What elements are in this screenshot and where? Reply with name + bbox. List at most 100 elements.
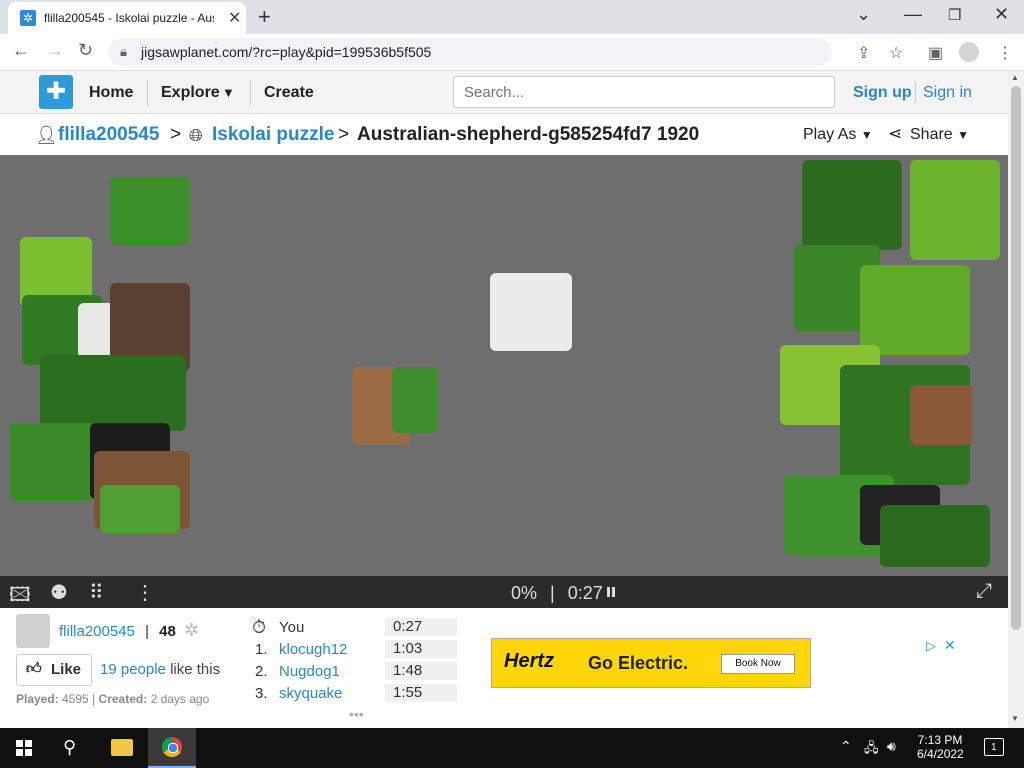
- created-value: 2 days ago: [150, 692, 210, 706]
- windows-start-icon[interactable]: [16, 740, 32, 756]
- share-menu[interactable]: Share ▼: [910, 126, 969, 144]
- scatter-pieces-icon[interactable]: ⠿: [89, 580, 104, 605]
- nav-explore[interactable]: Explore: [161, 84, 220, 102]
- progress-divider: |: [550, 583, 555, 603]
- bookmark-star-icon[interactable]: ☆: [889, 43, 903, 63]
- leaderboard-name-link[interactable]: Nugdog1: [279, 663, 340, 680]
- leaderboard-name-link[interactable]: skyquake: [279, 685, 342, 702]
- leaderboard-time: 1:48: [385, 662, 457, 680]
- created-label: Created:: [98, 692, 148, 706]
- url-text[interactable]: jigsawplanet.com/?rc=play&pid=199536b5f5…: [141, 44, 431, 60]
- share-label: Share: [910, 126, 953, 143]
- close-tab-icon[interactable]: ✕: [228, 8, 241, 28]
- advertisement-banner[interactable]: Hertz Go Electric. Book Now: [491, 638, 811, 688]
- ad-close-icon[interactable]: ✕: [944, 637, 956, 654]
- ghost-image-icon[interactable]: ⚉: [50, 580, 68, 605]
- nav-divider: [250, 80, 251, 106]
- jigsaw-logo-icon[interactable]: ✚: [39, 75, 73, 109]
- breadcrumb-separator: >: [170, 124, 182, 145]
- info-separator: |: [145, 623, 149, 640]
- puzzle-piece[interactable]: [110, 177, 190, 245]
- nav-divider: [147, 80, 148, 106]
- side-panel-icon[interactable]: ▣: [928, 43, 943, 63]
- puzzle-progress: 0% | 0:27: [511, 583, 603, 604]
- browser-tab[interactable]: ✲ flilla200545 - Iskolai puzzle - Aus ✕: [8, 2, 246, 34]
- fullscreen-icon[interactable]: ⤢: [976, 580, 992, 603]
- search-input[interactable]: [453, 76, 835, 108]
- like-label: Like: [51, 661, 82, 678]
- restore-icon[interactable]: ❐: [948, 6, 961, 24]
- back-icon[interactable]: ←: [12, 40, 30, 61]
- share-page-icon[interactable]: ⇪: [857, 43, 870, 63]
- ad-brand: Hertz: [504, 650, 555, 672]
- scroll-up-icon[interactable]: ▲: [1011, 73, 1019, 82]
- ad-book-now-button[interactable]: Book Now: [721, 654, 795, 674]
- more-options-icon[interactable]: ⋮: [135, 580, 155, 605]
- page-title: Australian-shepherd-g585254fd7 1920: [357, 124, 700, 145]
- nav-home[interactable]: Home: [89, 84, 133, 102]
- play-as-label: Play As: [803, 126, 857, 143]
- caret-down-icon: ▼: [957, 128, 970, 142]
- puzzle-piece[interactable]: [910, 160, 1000, 260]
- like-button[interactable]: 👍︎ Like: [16, 654, 92, 686]
- clock-time: 7:13 PM: [917, 733, 963, 747]
- puzzle-piece[interactable]: [880, 505, 990, 567]
- creator-link[interactable]: flilla200545 | 48: [59, 623, 176, 640]
- thumbs-up-icon: 👍︎: [26, 660, 42, 677]
- leaderboard-rank: 1.: [255, 641, 268, 658]
- file-explorer-icon[interactable]: [111, 739, 133, 756]
- breadcrumb-album-link[interactable]: Iskolai puzzle: [212, 124, 334, 146]
- new-tab-icon[interactable]: +: [258, 4, 271, 30]
- window-close-icon[interactable]: ✕: [994, 4, 1009, 25]
- profile-avatar-icon[interactable]: [959, 42, 979, 62]
- scrollbar-thumb[interactable]: [1011, 86, 1021, 630]
- caret-down-icon: ▼: [860, 128, 873, 142]
- tray-chevron-icon[interactable]: ⌃: [840, 738, 852, 755]
- puzzle-piece[interactable]: [910, 385, 972, 445]
- puzzle-piece[interactable]: [802, 160, 902, 250]
- likes-text: like this: [170, 661, 221, 678]
- puzzle-piece[interactable]: [392, 367, 438, 433]
- puzzle-stats: Played: 4595 | Created: 2 days ago: [16, 692, 210, 706]
- reload-icon[interactable]: ↻: [78, 40, 93, 61]
- creator-name[interactable]: flilla200545: [59, 623, 135, 640]
- chevron-down-icon[interactable]: ⌄: [856, 4, 871, 25]
- network-icon[interactable]: 🖧︎: [864, 739, 879, 761]
- nav-create[interactable]: Create: [264, 84, 314, 102]
- likes-people-link[interactable]: 19 people: [100, 661, 166, 678]
- puzzle-piece[interactable]: [10, 423, 94, 501]
- minimize-icon[interactable]: —: [904, 4, 922, 25]
- puzzle-piece[interactable]: [490, 273, 572, 351]
- globe-icon: 🌐︎: [189, 126, 203, 145]
- lock-icon[interactable]: 🔒︎: [120, 44, 127, 60]
- scroll-down-icon[interactable]: ▼: [1011, 714, 1019, 723]
- more-dots-icon[interactable]: •••: [349, 706, 364, 722]
- sign-in-link[interactable]: Sign in: [923, 84, 972, 102]
- avatar[interactable]: [16, 614, 50, 648]
- share-icon[interactable]: ⋖: [888, 124, 902, 144]
- chrome-icon-center: [168, 743, 178, 753]
- puzzle-piece[interactable]: [100, 485, 180, 533]
- forward-icon[interactable]: →: [46, 40, 64, 61]
- leaderboard-name-link[interactable]: klocugh12: [279, 641, 347, 658]
- ad-choices-icon[interactable]: ▷: [926, 638, 936, 654]
- nav-divider: [915, 81, 916, 103]
- explore-caret-icon[interactable]: ▼: [222, 85, 235, 100]
- puzzle-board[interactable]: [0, 155, 1008, 576]
- search-icon[interactable]: ⚲: [63, 737, 76, 758]
- sign-up-link[interactable]: Sign up: [853, 84, 912, 102]
- puzzle-piece[interactable]: [40, 355, 186, 431]
- clock[interactable]: 7:13 PM 6/4/2022: [917, 733, 964, 761]
- chrome-taskbar-button[interactable]: [148, 728, 196, 768]
- play-as-menu[interactable]: Play As ▼: [803, 126, 873, 144]
- pause-icon[interactable]: [607, 587, 610, 597]
- puzzle-piece[interactable]: [860, 265, 970, 355]
- menu-kebab-icon[interactable]: ⋮: [997, 43, 1013, 63]
- creator-score: 48: [159, 623, 176, 640]
- volume-icon[interactable]: 🔊︎: [887, 738, 896, 755]
- image-preview-icon[interactable]: 🖾︎: [9, 580, 31, 614]
- leaderboard-time: 1:55: [385, 684, 457, 702]
- clock-date: 6/4/2022: [917, 747, 964, 761]
- leaderboard-time: 1:03: [385, 640, 457, 658]
- breadcrumb-user-link[interactable]: flilla200545: [58, 124, 159, 146]
